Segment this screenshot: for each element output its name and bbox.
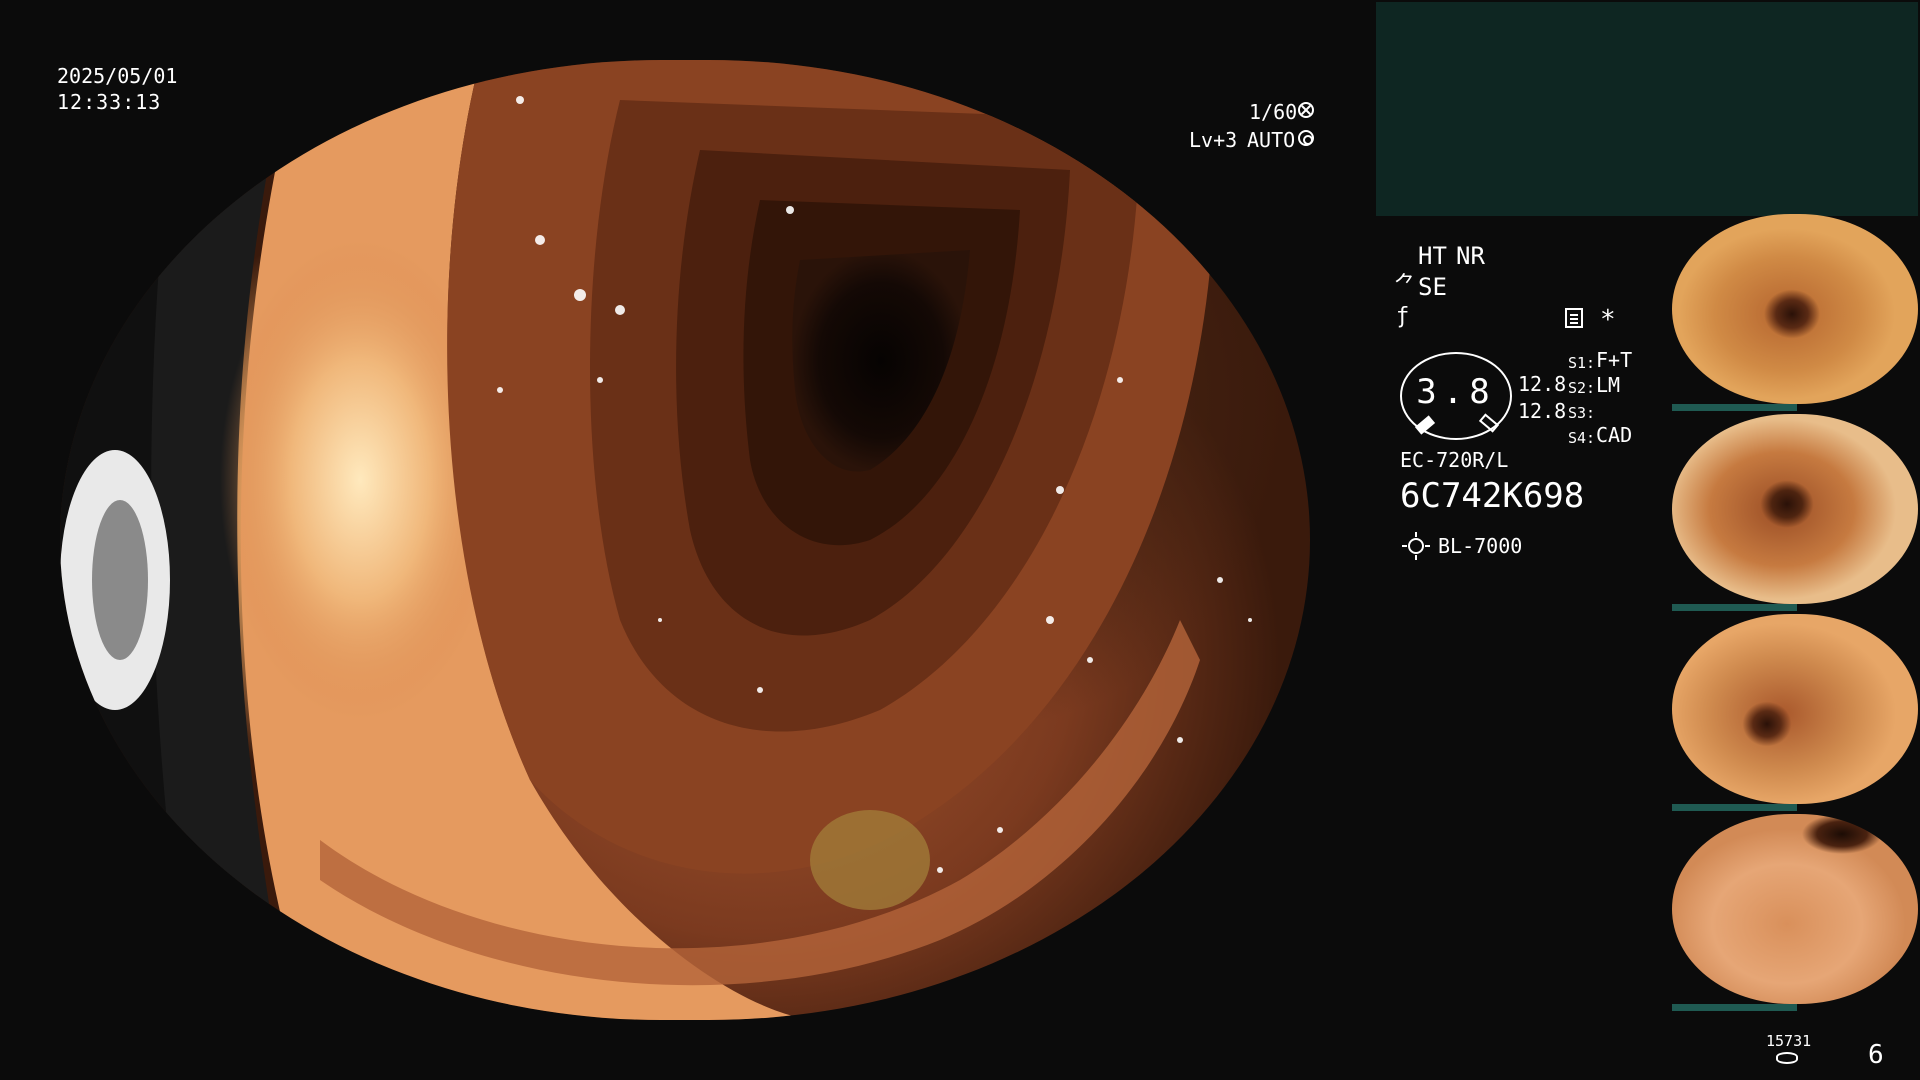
thumbnail-4[interactable]: 6C742K698 — [1672, 814, 1918, 1004]
auto-iris-icon — [1298, 130, 1314, 146]
thumbnail-2[interactable]: 6C742K698 — [1672, 414, 1918, 604]
s1-label: S1: — [1568, 354, 1596, 372]
freeze-off-icon: ƒ — [1396, 304, 1410, 329]
ht-indicator: HT — [1418, 242, 1447, 270]
s2-value: LM — [1596, 373, 1621, 397]
thumbnail-3-bar — [1672, 804, 1797, 811]
se-indicator: SE — [1418, 273, 1447, 301]
thumbnail-4-bar — [1672, 1004, 1797, 1011]
menu-icon — [1565, 308, 1583, 328]
s3-label: S3: — [1568, 404, 1596, 422]
view-mask-top — [0, 0, 1380, 60]
info-box — [1376, 2, 1918, 216]
shutter-label: 1/60 — [1249, 100, 1298, 124]
thumbnail-serial: 6C742K698 — [1674, 392, 1718, 401]
storage-count: 15731 — [1766, 1032, 1812, 1050]
s4-label: S4: — [1568, 429, 1596, 447]
image-count: 6 — [1868, 1040, 1884, 1070]
thumbnail-2-bar — [1672, 604, 1797, 611]
s4-value: CAD — [1596, 423, 1633, 447]
storage-icon — [1776, 1052, 1798, 1064]
scope-serial: 6C742K698 — [1400, 476, 1585, 516]
level-label: Lv+3 — [1189, 128, 1238, 152]
colon-lumen-illustration — [60, 60, 1252, 1020]
structure-enhance-icon: ⺈ — [1394, 273, 1417, 298]
view-mask-bottom — [0, 1020, 1380, 1080]
scope-model: EC-720R/L — [1400, 448, 1509, 472]
zoom-gauge: 3.8 — [1400, 352, 1512, 440]
mode-label: AUTO — [1247, 128, 1296, 152]
s2-label: S2: — [1568, 379, 1596, 397]
endoscope-live-view — [60, 60, 1310, 1020]
nr-indicator: NR — [1456, 242, 1485, 270]
light-source-model: BL-7000 — [1438, 534, 1523, 558]
s1-value: F+T — [1596, 348, 1633, 372]
gauge-right-marker — [1478, 413, 1500, 433]
shutter-icon — [1298, 102, 1314, 118]
thumbnail-1[interactable]: 6C742K698 — [1672, 214, 1918, 404]
date-label: 2025/05/01 — [57, 64, 178, 88]
time-label: 12:33:13 — [57, 90, 162, 114]
thumbnail-1-bar — [1672, 404, 1797, 411]
gauge-top-value: 12.8 — [1518, 372, 1567, 396]
asterisk-indicator: * — [1600, 305, 1616, 335]
thumbnail-serial: 6C742K698 — [1674, 792, 1718, 801]
gauge-bottom-value: 12.8 — [1518, 399, 1567, 423]
light-source-icon — [1402, 532, 1430, 560]
thumbnail-serial: 6C742K698 — [1674, 992, 1718, 1001]
thumbnail-serial: 6C742K698 — [1674, 592, 1718, 601]
thumbnail-3[interactable]: 6C742K698 — [1672, 614, 1918, 804]
gauge-left-marker — [1414, 415, 1436, 435]
gauge-value: 3.8 — [1416, 372, 1496, 412]
